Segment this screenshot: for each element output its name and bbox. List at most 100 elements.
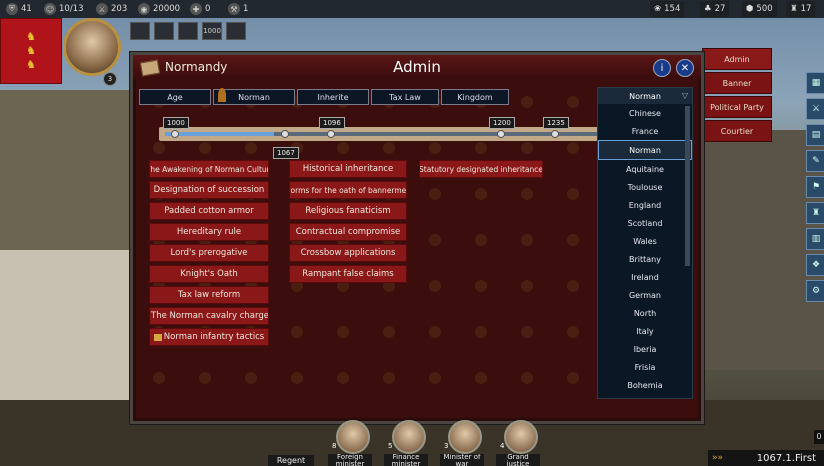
tab-tax-law[interactable]: Tax Law [371, 89, 439, 105]
iron-icon: ⬢ [746, 4, 754, 14]
dropdown-option[interactable]: Ireland [598, 268, 692, 286]
policy-item[interactable]: The Norman cavalry charge [149, 307, 269, 325]
troops-status-icon[interactable] [154, 22, 174, 40]
dropdown-option[interactable]: France [598, 122, 692, 140]
tab-kingdom[interactable]: Kingdom [441, 89, 509, 105]
tab-age[interactable]: Age [139, 89, 211, 105]
timeline-mark-1000: 1000 [163, 117, 189, 129]
scroll-icon[interactable] [178, 22, 198, 40]
dropdown-selected[interactable]: Norman ▽ [598, 88, 692, 104]
policy-item[interactable]: Historical inheritance [289, 160, 407, 178]
timeline-slider[interactable]: 1000 1096 1200 1235 [159, 117, 601, 141]
chevron-down-icon: ▽ [681, 91, 688, 100]
minister-portrait [392, 420, 426, 454]
res-shield: ⛨ 41 [6, 2, 32, 16]
policy-item[interactable]: Contractual compromise [289, 223, 407, 241]
minister-justice[interactable]: 4 Grand justice [496, 420, 540, 466]
dropdown-option[interactable]: German [598, 286, 692, 304]
minister-foreign[interactable]: 8 Foreign minister [328, 420, 372, 466]
minister-finance[interactable]: 5 Finance minister [384, 420, 428, 466]
lion-icon: ♞ [26, 30, 36, 43]
right-toolbar: ▦ ⚔ ▤ ✎ ⚑ ♜ ▥ ❖ ⚙ [806, 72, 824, 306]
lion-icon: ♞ [26, 44, 36, 57]
settings-icon[interactable]: ⚙ [806, 280, 824, 302]
dropdown-scrollbar[interactable] [685, 106, 690, 266]
tab-norman[interactable]: Norman [213, 88, 295, 105]
speed-arrows-icon[interactable]: »» [712, 453, 723, 463]
shield-icon: ⛨ [6, 3, 18, 15]
policy-item[interactable]: Statutory designated inheritance [419, 160, 543, 178]
status-icons: 1000 [130, 22, 246, 40]
timeline-node [281, 130, 289, 138]
policy-item[interactable]: Tax law reform [149, 286, 269, 304]
minister-portrait [504, 420, 538, 454]
crown-icon[interactable] [226, 22, 246, 40]
side-tab-banner[interactable]: Banner [702, 72, 772, 94]
minister-war[interactable]: 3 Minister of war [440, 420, 484, 466]
policy-item[interactable]: Hereditary rule [149, 223, 269, 241]
tab-inherite[interactable]: Inherite [297, 89, 369, 105]
player-avatar[interactable] [63, 18, 121, 76]
dropdown-option[interactable]: Frisia [598, 358, 692, 376]
chart-icon[interactable]: ▥ [806, 228, 824, 250]
crest-icon[interactable]: ❖ [806, 254, 824, 276]
dropdown-option[interactable]: Iberia [598, 340, 692, 358]
timeline-node [497, 130, 505, 138]
timeline-mark-1200: 1200 [489, 117, 515, 129]
panel-header: Normandy Admin i ✕ [133, 55, 701, 79]
side-tab-political-party[interactable]: Political Party [702, 96, 772, 118]
dropdown-option[interactable]: Toulouse [598, 178, 692, 196]
policy-item[interactable]: Norms for the oath of bannermen [289, 181, 407, 199]
book-icon[interactable]: ▤ [806, 124, 824, 146]
target-icon[interactable] [130, 22, 150, 40]
game-date[interactable]: »» 1067.1.First [708, 450, 824, 466]
minister-portrait [448, 420, 482, 454]
policy-item[interactable]: Crossbow applications [289, 244, 407, 262]
dropdown-option[interactable]: Italy [598, 322, 692, 340]
policy-item[interactable]: Norman infantry tactics [149, 328, 269, 346]
side-tab-courtier[interactable]: Courtier [702, 120, 772, 142]
policy-column-3: Statutory designated inheritance [419, 160, 543, 178]
dropdown-option[interactable]: North [598, 304, 692, 322]
dropdown-option[interactable]: England [598, 196, 692, 214]
policy-item[interactable]: Religious fanaticism [289, 202, 407, 220]
res-iron: ⬢ 500 [742, 1, 777, 17]
res-food: ❀ 154 [650, 1, 685, 17]
flag-icon[interactable]: ⚑ [806, 176, 824, 198]
dropdown-option[interactable]: Brittany [598, 250, 692, 268]
side-tab-admin[interactable]: Admin [702, 48, 772, 70]
regent-slot[interactable]: Regent [268, 455, 314, 466]
scroll-tool-icon[interactable]: ✎ [806, 150, 824, 172]
faith-icon: ✚ [190, 3, 202, 15]
policy-item[interactable]: Knight's Oath [149, 265, 269, 283]
policy-item[interactable]: Designation of succession [149, 181, 269, 199]
dropdown-option[interactable]: Bohemia [598, 376, 692, 394]
scroll-tag-icon [153, 333, 162, 341]
minister-portrait [336, 420, 370, 454]
timeline-current-year: 1067 [273, 147, 299, 159]
close-button[interactable]: ✕ [676, 59, 694, 77]
gold-amount-icon[interactable]: 1000 [202, 22, 222, 40]
res-gold: ◉ 20000 [138, 2, 180, 16]
kingdom-banner[interactable]: ♞ ♞ ♞ [0, 18, 62, 84]
castle-icon[interactable]: ♜ [806, 202, 824, 224]
policy-item[interactable]: The Awakening of Norman Culture [149, 160, 269, 178]
res-faith: ✚ 0 [190, 2, 210, 16]
dropdown-option[interactable]: Scotland [598, 214, 692, 232]
lion-icon: ♞ [26, 58, 36, 71]
policy-item[interactable]: Padded cotton armor [149, 202, 269, 220]
dropdown-option-selected[interactable]: Norman [598, 140, 692, 160]
timber-house-left [0, 250, 130, 400]
policy-item[interactable]: Rampant false claims [289, 265, 407, 283]
policy-column-2: Historical inheritance Norms for the oat… [289, 160, 407, 283]
info-button[interactable]: i [653, 59, 671, 77]
policy-item[interactable]: Lord's prerogative [149, 244, 269, 262]
map-icon[interactable]: ▦ [806, 72, 824, 94]
population-icon: ☺ [44, 3, 56, 15]
dropdown-option[interactable]: Chinese [598, 104, 692, 122]
dropdown-option[interactable]: Aquitaine [598, 160, 692, 178]
sword-icon[interactable]: ⚔ [806, 98, 824, 120]
tower-icon: ♜ [790, 4, 798, 14]
dropdown-option[interactable]: Wales [598, 232, 692, 250]
culture-dropdown[interactable]: Norman ▽ Chinese France Norman Aquitaine … [597, 87, 693, 399]
